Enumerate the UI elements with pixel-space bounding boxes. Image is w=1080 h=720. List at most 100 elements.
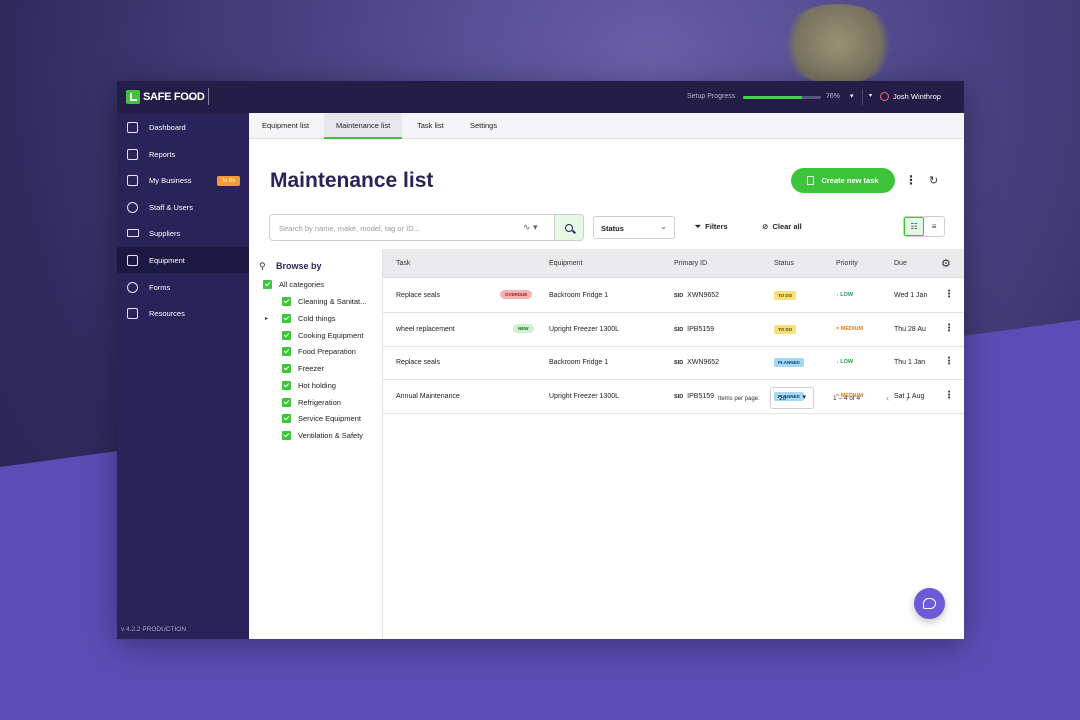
logo-icon [126, 90, 140, 104]
row-menu-icon[interactable]: ⋮ [944, 289, 954, 300]
sidebar-item-forms[interactable]: Forms [117, 274, 249, 300]
equipment-name: Backroom Fridge 1 [549, 359, 609, 366]
task-name: wheel replacement [396, 326, 455, 333]
category-item[interactable]: Hot holding [282, 381, 336, 390]
sidebar-item-equipment[interactable]: Equipment [117, 247, 249, 273]
items-per-page-value: 20 [779, 395, 787, 402]
checkbox-checked[interactable] [263, 280, 272, 289]
sid-label: SID [674, 327, 684, 333]
column-header-equipment[interactable]: Equipment [549, 260, 582, 267]
checkbox-checked[interactable] [282, 381, 291, 390]
table-row[interactable]: wheel replacement NEW Upright Freezer 13… [383, 313, 964, 347]
checkbox-checked[interactable] [282, 398, 291, 407]
overdue-tag: OVERDUE [500, 290, 533, 299]
next-page-icon[interactable]: › [906, 393, 909, 403]
sidebar-item-label: Equipment [149, 255, 185, 265]
checkbox-checked[interactable] [282, 431, 291, 440]
more-options-icon[interactable]: ⋮ [905, 173, 917, 187]
setup-dropdown-icon[interactable]: ▾ [850, 92, 854, 100]
column-header-due[interactable]: Due [894, 260, 907, 267]
status-select[interactable]: Status ⌄ [593, 216, 675, 239]
category-label: Refrigeration [298, 398, 341, 407]
table-header: Task Equipment Primary ID Status Priorit… [383, 249, 964, 278]
setup-progress-fill [743, 96, 803, 99]
filters-button[interactable]: ⏷ Filters [695, 222, 728, 232]
sidebar-item-label: Resources [149, 308, 185, 318]
sidebar-item-reports[interactable]: Reports [117, 141, 249, 167]
category-tree-icon: ⚲ [259, 261, 266, 271]
clear-all-button[interactable]: ⊘ Clear all [762, 222, 802, 231]
user-name[interactable]: Josh Winthrop [893, 92, 941, 101]
previous-page-icon[interactable]: ‹ [886, 393, 889, 403]
column-header-task[interactable]: Task [396, 260, 410, 267]
ai-search-icon[interactable]: ∿ ▾ [523, 222, 538, 233]
due-date: Thu 1 Jan [894, 359, 926, 366]
column-header-status[interactable]: Status [774, 260, 794, 267]
sidebar-item-label: Dashboard [149, 122, 186, 132]
topbar-divider [862, 89, 863, 105]
checkbox-checked[interactable] [282, 414, 291, 423]
sidebar-item-label: Suppliers [149, 228, 181, 238]
category-item[interactable]: Cold things [282, 314, 336, 323]
tab-task-list[interactable]: Task list [405, 113, 456, 139]
equipment-name: Upright Freezer 1300L [549, 326, 620, 333]
items-per-page-select[interactable]: 20 ▾ [770, 387, 814, 409]
sidebar-item-label: Forms [149, 282, 171, 292]
primary-id-value: IPB5159 [687, 326, 715, 333]
category-item[interactable]: Service Equipment [282, 414, 361, 423]
refresh-icon[interactable]: ↻ [929, 174, 938, 187]
sidebar-item-suppliers[interactable]: Suppliers [117, 220, 249, 246]
category-label: Ventilation & Safety [298, 431, 364, 440]
primary-id-value: XWN9652 [687, 292, 720, 299]
sidebar-item-dashboard[interactable]: Dashboard [117, 114, 249, 140]
status-badge: PLANNED [774, 358, 804, 367]
sidebar-item-resources[interactable]: Resources [117, 300, 249, 326]
page-range: 1 – 4 of 4 [833, 395, 861, 402]
compact-view-icon[interactable]: ≡ [924, 217, 944, 236]
todo-badge: To Do [217, 176, 241, 186]
task-name: Replace seals [396, 359, 440, 366]
due-date: Thu 28 Au [894, 326, 926, 333]
setup-progress-label: Setup Progress [687, 93, 736, 100]
new-tag: NEW [513, 324, 534, 333]
checkbox-checked[interactable] [282, 331, 291, 340]
items-per-page-label: Items per page: [718, 396, 760, 402]
search-field[interactable]: Search by name, make, model, tag or ID..… [269, 214, 584, 241]
category-item[interactable]: Ventilation & Safety [282, 431, 363, 440]
search-input[interactable]: Search by name, make, model, tag or ID..… [279, 224, 420, 233]
tab-maintenance-list[interactable]: Maintenance list [324, 113, 403, 139]
search-button[interactable] [554, 215, 583, 240]
category-item[interactable]: Food Preparation [282, 347, 356, 356]
sidebar-item-staff-users[interactable]: Staff & Users [117, 194, 249, 220]
equipment-name: Backroom Fridge 1 [549, 292, 609, 299]
column-header-primary-id[interactable]: Primary ID [674, 260, 707, 267]
sidebar-item-my-business[interactable]: My Business To Do [117, 167, 249, 193]
category-item[interactable]: Refrigeration [282, 398, 341, 407]
help-chat-button[interactable] [914, 588, 945, 619]
category-all[interactable]: All categories [263, 280, 324, 289]
table-row[interactable]: Replace seals Backroom Fridge 1 SID XWN96… [383, 346, 964, 380]
category-item[interactable]: Cooking Equipment [282, 331, 363, 340]
tab-equipment-list[interactable]: Equipment list [250, 113, 321, 139]
status-badge: TO DO [774, 291, 797, 300]
checkbox-checked[interactable] [282, 297, 291, 306]
user-avatar-icon[interactable] [880, 92, 889, 101]
list-view-icon[interactable]: ☷ [904, 217, 925, 236]
table-row[interactable]: Replace seals OVERDUE Backroom Fridge 1 … [383, 279, 964, 313]
user-dropdown-icon[interactable]: ▾ [869, 92, 872, 99]
category-item[interactable]: Cleaning & Sanitat... [282, 297, 366, 306]
checkbox-checked[interactable] [282, 347, 291, 356]
category-item[interactable]: Freezer [282, 364, 324, 373]
row-menu-icon[interactable]: ⋮ [944, 323, 954, 334]
row-menu-icon[interactable]: ⋮ [944, 356, 954, 367]
column-header-priority[interactable]: Priority [836, 260, 858, 267]
category-label: Food Preparation [298, 347, 356, 356]
checkbox-checked[interactable] [282, 314, 291, 323]
expand-arrow-icon[interactable]: ▸ [265, 315, 268, 322]
gear-icon[interactable]: ⚙ [941, 257, 951, 270]
checkbox-checked[interactable] [282, 364, 291, 373]
tab-settings[interactable]: Settings [458, 113, 509, 139]
filter-icon: ⏷ [695, 222, 701, 231]
create-new-task-button[interactable]: Create new task [791, 168, 895, 193]
arrow-down-icon: ↓ [836, 359, 839, 365]
